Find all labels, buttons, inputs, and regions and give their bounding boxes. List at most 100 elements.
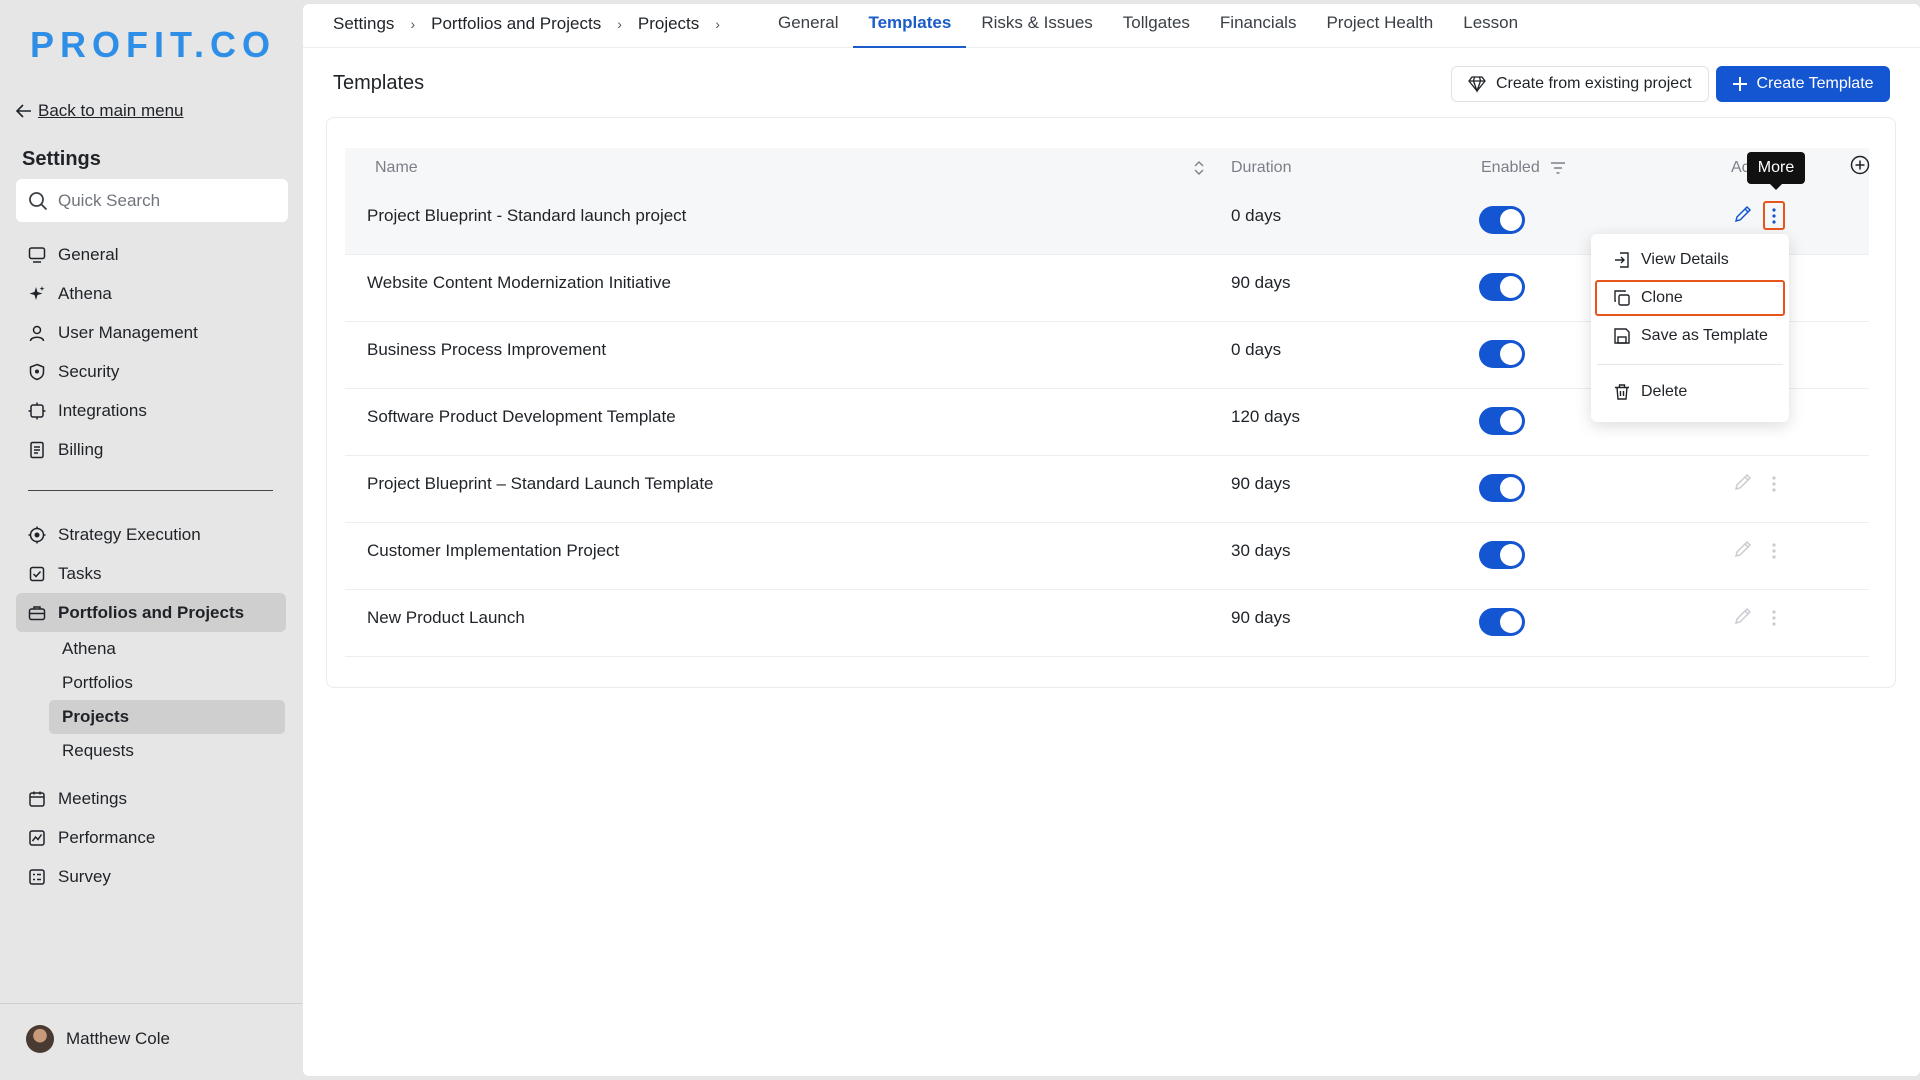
- sidebar-item-label: Survey: [58, 866, 111, 886]
- sidebar-item-survey[interactable]: Survey: [16, 857, 286, 896]
- template-name: Website Content Modernization Initiative: [367, 273, 671, 292]
- chart-icon: [28, 829, 46, 847]
- sidebar-subitem-projects[interactable]: Projects: [49, 700, 285, 734]
- edit-icon[interactable]: [1733, 539, 1753, 564]
- avatar: [26, 1025, 54, 1053]
- template-duration: 0 days: [1231, 340, 1282, 359]
- enabled-toggle[interactable]: [1479, 608, 1525, 636]
- sidebar-item-general[interactable]: General: [16, 235, 286, 274]
- menu-item-clone[interactable]: Clone: [1595, 280, 1785, 316]
- sidebar-item-label: Athena: [58, 283, 112, 303]
- sidebar-item-athena[interactable]: Athena: [16, 274, 286, 313]
- sidebar-subitem-portfolios[interactable]: Portfolios: [49, 666, 285, 700]
- edit-icon[interactable]: [1733, 472, 1753, 497]
- add-column-icon[interactable]: [1850, 155, 1870, 180]
- user-divider: [0, 1003, 302, 1004]
- sidebar-item-integrations[interactable]: Integrations: [16, 391, 286, 430]
- briefcase-icon: [28, 604, 46, 622]
- table-row[interactable]: New Product Launch 90 days: [345, 590, 1869, 657]
- user-profile[interactable]: Matthew Cole: [26, 1025, 170, 1053]
- edit-icon[interactable]: [1733, 606, 1753, 631]
- sidebar-item-performance[interactable]: Performance: [16, 818, 286, 857]
- sidebar-item-meetings[interactable]: Meetings: [16, 779, 286, 818]
- menu-item-delete[interactable]: Delete: [1595, 374, 1785, 410]
- breadcrumb-projects[interactable]: Projects: [638, 14, 699, 34]
- tab-risks-issues[interactable]: Risks & Issues: [966, 4, 1107, 48]
- table-row[interactable]: Project Blueprint – Standard Launch Temp…: [345, 456, 1869, 523]
- column-header-duration: Duration: [1231, 159, 1292, 176]
- calendar-icon: [28, 790, 46, 808]
- more-options-icon[interactable]: [1763, 536, 1785, 565]
- create-template-button[interactable]: Create Template: [1716, 66, 1890, 102]
- sidebar-title: Settings: [22, 148, 101, 170]
- sidebar-item-label: Meetings: [58, 788, 127, 808]
- sidebar-nav-bottom: Strategy Execution Tasks Portfolios and …: [16, 515, 286, 632]
- enabled-toggle[interactable]: [1479, 541, 1525, 569]
- sparkle-icon: [28, 285, 46, 303]
- profitco-logo[interactable]: PROFIT.CO: [30, 24, 276, 66]
- create-from-existing-project-button[interactable]: Create from existing project: [1451, 66, 1709, 102]
- tab-project-health[interactable]: Project Health: [1311, 4, 1448, 48]
- sidebar-item-security[interactable]: Security: [16, 352, 286, 391]
- breadcrumb-portfolios-and-projects[interactable]: Portfolios and Projects: [431, 14, 601, 34]
- tab-tollgates[interactable]: Tollgates: [1108, 4, 1205, 48]
- diamond-icon: [1468, 76, 1486, 93]
- receipt-icon: [28, 441, 46, 459]
- template-name: Software Product Development Template: [367, 407, 676, 426]
- create-template-label: Create Template: [1756, 75, 1874, 92]
- shield-icon: [28, 363, 46, 381]
- sidebar-item-label: Tasks: [58, 563, 102, 583]
- enabled-toggle[interactable]: [1479, 206, 1525, 234]
- sidebar-item-portfolios-and-projects[interactable]: Portfolios and Projects: [16, 593, 286, 632]
- sidebar-item-label: Performance: [58, 827, 156, 847]
- tab-templates[interactable]: Templates: [853, 4, 967, 48]
- sidebar-subitem-athena[interactable]: Athena: [49, 632, 285, 666]
- quick-search-input[interactable]: [58, 190, 258, 211]
- filter-icon[interactable]: [1550, 161, 1566, 175]
- sidebar-item-strategy-execution[interactable]: Strategy Execution: [16, 515, 286, 554]
- tab-general[interactable]: General: [763, 4, 853, 48]
- menu-item-label: View Details: [1641, 251, 1729, 268]
- more-options-icon[interactable]: [1763, 603, 1785, 632]
- tab-financials[interactable]: Financials: [1205, 4, 1312, 48]
- menu-item-save-as-template[interactable]: Save as Template: [1595, 318, 1785, 354]
- quick-search[interactable]: [16, 179, 288, 222]
- sidebar-item-user-management[interactable]: User Management: [16, 313, 286, 352]
- template-name: Project Blueprint - Standard launch proj…: [367, 206, 687, 225]
- more-tooltip: More: [1747, 152, 1805, 190]
- template-duration: 90 days: [1231, 608, 1291, 627]
- more-options-icon[interactable]: [1763, 469, 1785, 498]
- template-name: Project Blueprint – Standard Launch Temp…: [367, 474, 714, 493]
- table-row[interactable]: Customer Implementation Project 30 days: [345, 523, 1869, 590]
- column-header-enabled-label: Enabled: [1481, 159, 1540, 176]
- user-icon: [28, 324, 46, 342]
- enabled-toggle[interactable]: [1479, 407, 1525, 435]
- enabled-toggle[interactable]: [1479, 340, 1525, 368]
- menu-item-label: Clone: [1641, 289, 1683, 306]
- edit-icon[interactable]: [1733, 204, 1753, 229]
- back-to-main-menu-link[interactable]: Back to main menu: [16, 101, 184, 121]
- column-header-name[interactable]: Name: [375, 159, 418, 177]
- main-panel: Settings › Portfolios and Projects › Pro…: [303, 4, 1920, 1076]
- enabled-toggle[interactable]: [1479, 474, 1525, 502]
- template-duration: 90 days: [1231, 273, 1291, 292]
- table-header: Name Duration Enabled Ac: [345, 148, 1869, 188]
- sidebar-item-label: General: [58, 244, 119, 264]
- sidebar-item-billing[interactable]: Billing: [16, 430, 286, 469]
- tabs: General Templates Risks & Issues Tollgat…: [763, 4, 1533, 48]
- breadcrumb-settings[interactable]: Settings: [333, 14, 394, 34]
- sidebar: PROFIT.CO Back to main menu Settings Gen…: [0, 0, 302, 1080]
- more-options-icon[interactable]: [1763, 201, 1785, 230]
- menu-divider: [1597, 364, 1783, 365]
- template-name: New Product Launch: [367, 608, 525, 627]
- enabled-toggle[interactable]: [1479, 273, 1525, 301]
- tab-lesson[interactable]: Lesson: [1448, 4, 1533, 48]
- sidebar-nav-more: Meetings Performance Survey: [16, 779, 286, 896]
- template-duration: 120 days: [1231, 407, 1300, 426]
- sidebar-subitem-requests[interactable]: Requests: [49, 734, 285, 768]
- sidebar-item-tasks[interactable]: Tasks: [16, 554, 286, 593]
- menu-item-view-details[interactable]: View Details: [1595, 242, 1785, 278]
- sort-icon[interactable]: [1193, 159, 1205, 182]
- breadcrumb-separator: ›: [410, 16, 416, 32]
- plus-icon: [1733, 77, 1748, 91]
